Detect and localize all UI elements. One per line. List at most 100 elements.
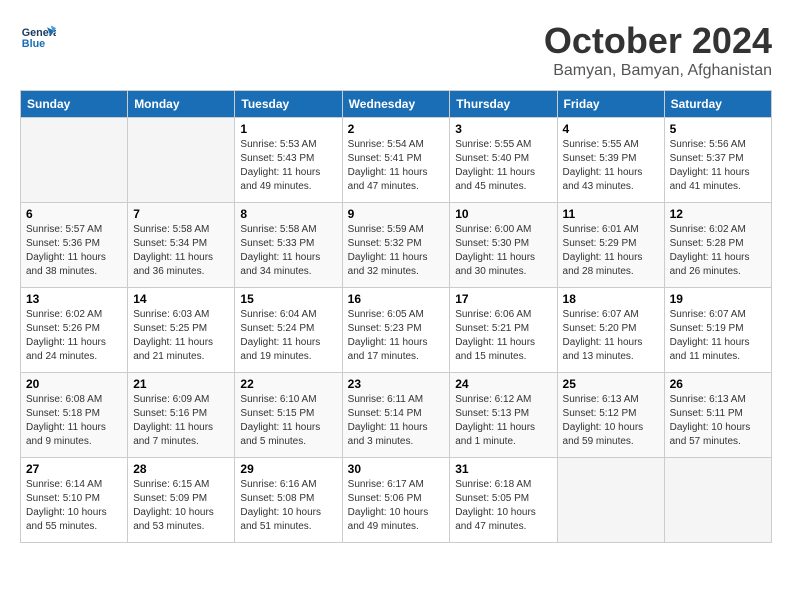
day-info: Sunrise: 6:04 AMSunset: 5:24 PMDaylight:…: [240, 308, 336, 364]
day-info: Sunrise: 6:17 AMSunset: 5:06 PMDaylight:…: [348, 478, 445, 534]
calendar-cell: 16 Sunrise: 6:05 AMSunset: 5:23 PMDayligh…: [342, 288, 450, 373]
day-info: Sunrise: 6:13 AMSunset: 5:12 PMDaylight:…: [563, 393, 659, 449]
day-number: 9: [348, 207, 445, 221]
day-number: 27: [26, 462, 122, 476]
header-monday: Monday: [128, 91, 235, 118]
day-info: Sunrise: 6:10 AMSunset: 5:15 PMDaylight:…: [240, 393, 336, 449]
calendar-cell: 20Sunrise: 6:08 AMSunset: 5:18 PMDayligh…: [21, 373, 128, 458]
day-number: 29: [240, 462, 336, 476]
header-thursday: Thursday: [450, 91, 557, 118]
calendar-header: Sunday Monday Tuesday Wednesday Thursday…: [21, 91, 772, 118]
calendar-cell: 2 Sunrise: 5:54 AMSunset: 5:41 PMDaylight…: [342, 118, 450, 203]
day-info: Sunrise: 6:13 AMSunset: 5:11 PMDaylight:…: [670, 393, 766, 449]
location-subtitle: Bamyan, Bamyan, Afghanistan: [544, 62, 772, 80]
calendar-cell: 30Sunrise: 6:17 AMSunset: 5:06 PMDayligh…: [342, 458, 450, 543]
calendar-cell: 24Sunrise: 6:12 AMSunset: 5:13 PMDayligh…: [450, 373, 557, 458]
day-info: Sunrise: 6:03 AMSunset: 5:25 PMDaylight:…: [133, 308, 229, 364]
calendar-cell: 29Sunrise: 6:16 AMSunset: 5:08 PMDayligh…: [235, 458, 342, 543]
day-number: 13: [26, 292, 122, 306]
calendar-cell: [557, 458, 664, 543]
day-number: 7: [133, 207, 229, 221]
day-info: Sunrise: 5:54 AMSunset: 5:41 PMDaylight:…: [348, 138, 445, 194]
calendar-cell: 6Sunrise: 5:57 AMSunset: 5:36 PMDaylight…: [21, 203, 128, 288]
calendar-cell: 22 Sunrise: 6:10 AMSunset: 5:15 PMDayligh…: [235, 373, 342, 458]
day-number: 12: [670, 207, 766, 221]
day-number: 8: [240, 207, 336, 221]
calendar-table: Sunday Monday Tuesday Wednesday Thursday…: [20, 90, 772, 543]
calendar-cell: 14 Sunrise: 6:03 AMSunset: 5:25 PMDayligh…: [128, 288, 235, 373]
day-number: 1: [240, 122, 336, 136]
day-info: Sunrise: 5:55 AMSunset: 5:40 PMDaylight:…: [455, 138, 551, 194]
calendar-cell: 31Sunrise: 6:18 AMSunset: 5:05 PMDayligh…: [450, 458, 557, 543]
calendar-cell: 12 Sunrise: 6:02 AMSunset: 5:28 PMDayligh…: [664, 203, 771, 288]
day-info: Sunrise: 6:15 AMSunset: 5:09 PMDaylight:…: [133, 478, 229, 534]
day-number: 3: [455, 122, 551, 136]
day-number: 21: [133, 377, 229, 391]
day-info: Sunrise: 6:14 AMSunset: 5:10 PMDaylight:…: [26, 478, 122, 534]
calendar-cell: 1Sunrise: 5:53 AMSunset: 5:43 PMDaylight…: [235, 118, 342, 203]
logo-icon: General Blue: [20, 20, 56, 56]
day-number: 16: [348, 292, 445, 306]
day-info: Sunrise: 6:11 AMSunset: 5:14 PMDaylight:…: [348, 393, 445, 449]
day-info: Sunrise: 6:02 AMSunset: 5:28 PMDaylight:…: [670, 223, 766, 279]
day-info: Sunrise: 6:01 AMSunset: 5:29 PMDaylight:…: [563, 223, 659, 279]
calendar-week-5: 27 Sunrise: 6:14 AMSunset: 5:10 PMDayligh…: [21, 458, 772, 543]
calendar-cell: 23 Sunrise: 6:11 AMSunset: 5:14 PMDayligh…: [342, 373, 450, 458]
calendar-body: 1Sunrise: 5:53 AMSunset: 5:43 PMDaylight…: [21, 118, 772, 543]
day-number: 28: [133, 462, 229, 476]
header-saturday: Saturday: [664, 91, 771, 118]
day-number: 23: [348, 377, 445, 391]
calendar-cell: 10Sunrise: 6:00 AMSunset: 5:30 PMDayligh…: [450, 203, 557, 288]
day-number: 17: [455, 292, 551, 306]
day-number: 5: [670, 122, 766, 136]
calendar-cell: 7 Sunrise: 5:58 AMSunset: 5:34 PMDaylight…: [128, 203, 235, 288]
day-info: Sunrise: 6:05 AMSunset: 5:23 PMDaylight:…: [348, 308, 445, 364]
day-number: 15: [240, 292, 336, 306]
day-info: Sunrise: 5:56 AMSunset: 5:37 PMDaylight:…: [670, 138, 766, 194]
calendar-cell: 9 Sunrise: 5:59 AMSunset: 5:32 PMDaylight…: [342, 203, 450, 288]
day-info: Sunrise: 5:57 AMSunset: 5:36 PMDaylight:…: [26, 223, 122, 279]
calendar-cell: [128, 118, 235, 203]
day-number: 25: [563, 377, 659, 391]
calendar-cell: 5 Sunrise: 5:56 AMSunset: 5:37 PMDaylight…: [664, 118, 771, 203]
header-tuesday: Tuesday: [235, 91, 342, 118]
calendar-week-2: 6Sunrise: 5:57 AMSunset: 5:36 PMDaylight…: [21, 203, 772, 288]
calendar-cell: 28 Sunrise: 6:15 AMSunset: 5:09 PMDayligh…: [128, 458, 235, 543]
calendar-cell: 3 Sunrise: 5:55 AMSunset: 5:40 PMDaylight…: [450, 118, 557, 203]
day-info: Sunrise: 6:02 AMSunset: 5:26 PMDaylight:…: [26, 308, 122, 364]
calendar-cell: 26Sunrise: 6:13 AMSunset: 5:11 PMDayligh…: [664, 373, 771, 458]
day-number: 22: [240, 377, 336, 391]
day-number: 20: [26, 377, 122, 391]
header-sunday: Sunday: [21, 91, 128, 118]
calendar-cell: [664, 458, 771, 543]
day-info: Sunrise: 5:58 AMSunset: 5:33 PMDaylight:…: [240, 223, 336, 279]
calendar-cell: 8 Sunrise: 5:58 AMSunset: 5:33 PMDaylight…: [235, 203, 342, 288]
page-header: General Blue October 2024 Bamyan, Bamyan…: [20, 20, 772, 80]
day-number: 2: [348, 122, 445, 136]
day-info: Sunrise: 5:58 AMSunset: 5:34 PMDaylight:…: [133, 223, 229, 279]
day-info: Sunrise: 6:06 AMSunset: 5:21 PMDaylight:…: [455, 308, 551, 364]
calendar-week-4: 20Sunrise: 6:08 AMSunset: 5:18 PMDayligh…: [21, 373, 772, 458]
calendar-cell: 21 Sunrise: 6:09 AMSunset: 5:16 PMDayligh…: [128, 373, 235, 458]
day-number: 14: [133, 292, 229, 306]
day-info: Sunrise: 6:07 AMSunset: 5:19 PMDaylight:…: [670, 308, 766, 364]
day-number: 18: [563, 292, 659, 306]
calendar-cell: 15 Sunrise: 6:04 AMSunset: 5:24 PMDayligh…: [235, 288, 342, 373]
header-row: Sunday Monday Tuesday Wednesday Thursday…: [21, 91, 772, 118]
calendar-cell: 11 Sunrise: 6:01 AMSunset: 5:29 PMDayligh…: [557, 203, 664, 288]
calendar-cell: 25 Sunrise: 6:13 AMSunset: 5:12 PMDayligh…: [557, 373, 664, 458]
svg-text:Blue: Blue: [22, 38, 45, 50]
day-info: Sunrise: 6:18 AMSunset: 5:05 PMDaylight:…: [455, 478, 551, 534]
month-title: October 2024: [544, 20, 772, 62]
calendar-cell: 27 Sunrise: 6:14 AMSunset: 5:10 PMDayligh…: [21, 458, 128, 543]
calendar-cell: 4Sunrise: 5:55 AMSunset: 5:39 PMDaylight…: [557, 118, 664, 203]
day-number: 11: [563, 207, 659, 221]
day-info: Sunrise: 6:09 AMSunset: 5:16 PMDaylight:…: [133, 393, 229, 449]
calendar-cell: 18 Sunrise: 6:07 AMSunset: 5:20 PMDayligh…: [557, 288, 664, 373]
header-friday: Friday: [557, 91, 664, 118]
day-number: 19: [670, 292, 766, 306]
day-number: 10: [455, 207, 551, 221]
day-info: Sunrise: 5:59 AMSunset: 5:32 PMDaylight:…: [348, 223, 445, 279]
day-info: Sunrise: 6:12 AMSunset: 5:13 PMDaylight:…: [455, 393, 551, 449]
day-info: Sunrise: 6:07 AMSunset: 5:20 PMDaylight:…: [563, 308, 659, 364]
